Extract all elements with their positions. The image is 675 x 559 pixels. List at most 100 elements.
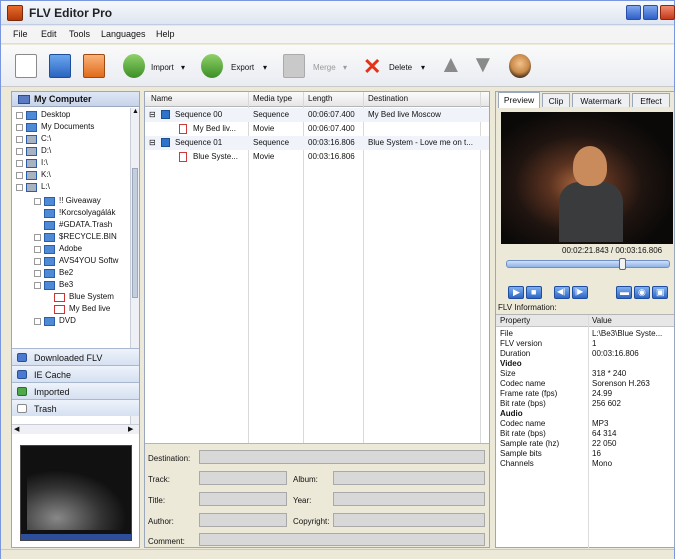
open-folder-button[interactable]: [49, 54, 71, 78]
scroll-right-icon[interactable]: ▶: [128, 425, 133, 433]
video-preview[interactable]: [501, 112, 673, 244]
column-length[interactable]: Length: [308, 94, 332, 103]
close-button[interactable]: [660, 5, 675, 20]
collapse-icon[interactable]: ⊟: [149, 110, 156, 119]
folder-open-icon: [44, 281, 55, 290]
section-ie-cache[interactable]: IE Cache: [12, 365, 139, 382]
section-downloaded-flv[interactable]: Downloaded FLV: [12, 348, 139, 365]
table-row[interactable]: ⊟ Sequence 00 Sequence 00:06:07.400 My B…: [145, 108, 489, 122]
comment-field[interactable]: [199, 533, 485, 546]
year-field[interactable]: [333, 492, 485, 506]
tree-horizontal-scrollbar[interactable]: ◀ ▶: [12, 424, 139, 434]
section-imported[interactable]: Imported: [12, 382, 139, 399]
export-button-label[interactable]: Export: [231, 63, 254, 72]
camera-icon: ◉: [638, 287, 646, 297]
destination-field[interactable]: [199, 450, 485, 464]
maximize-button[interactable]: [643, 5, 658, 20]
stop-button[interactable]: ■: [526, 286, 542, 299]
author-field[interactable]: [199, 513, 287, 527]
thumbnail-progress-bar: [21, 534, 131, 540]
tab-clip[interactable]: Clip: [542, 93, 570, 107]
property-name: Sample bits: [500, 449, 542, 458]
column-destination[interactable]: Destination: [368, 94, 408, 103]
menu-bar: File Edit Tools Languages Help: [1, 26, 674, 44]
track-label: Track:: [148, 475, 170, 484]
prev-frame-icon: ◀|: [557, 287, 566, 296]
my-computer-header[interactable]: My Computer: [12, 92, 139, 107]
menu-edit[interactable]: Edit: [41, 29, 57, 39]
title-field[interactable]: [199, 492, 287, 506]
move-up-icon[interactable]: ▲: [439, 51, 463, 79]
seek-slider[interactable]: [506, 258, 670, 270]
album-field[interactable]: [333, 471, 485, 485]
drive-icon: [26, 147, 37, 156]
app-window: FLV Editor Pro File Edit Tools Languages…: [0, 0, 675, 559]
move-down-icon[interactable]: ▼: [471, 51, 495, 79]
drive-icon: [26, 183, 37, 192]
seek-slider-thumb[interactable]: [619, 258, 626, 270]
flv-info-row: Size 318 * 240: [496, 369, 674, 379]
folder-icon: [44, 245, 55, 254]
grid-header: Name Media type Length Destination: [145, 92, 489, 107]
folder-icon: [44, 209, 55, 218]
snapshot-button[interactable]: ◉: [634, 286, 650, 299]
sequence-icon: [161, 138, 170, 147]
export-dropdown-arrow[interactable]: ▾: [263, 63, 267, 72]
table-row[interactable]: ⊟ Sequence 01 Sequence 00:03:16.806 Blue…: [145, 136, 489, 150]
title-label: Title:: [148, 496, 166, 505]
property-value: Mono: [592, 459, 613, 468]
folder-icon: [44, 317, 55, 326]
delete-icon[interactable]: ✕: [363, 54, 381, 80]
import-dropdown-arrow[interactable]: ▾: [181, 63, 185, 72]
menu-file[interactable]: File: [13, 29, 28, 39]
metadata-form: Destination: Track: Album: Title: Year: …: [145, 443, 489, 547]
property-name: Bit rate (bps): [500, 429, 546, 438]
trash-icon: [17, 404, 27, 413]
tab-effect[interactable]: Effect: [632, 93, 670, 107]
fullscreen-button[interactable]: ▣: [652, 286, 668, 299]
flv-info-row: Sample bits 16: [496, 449, 674, 459]
property-value: MP3: [592, 419, 609, 428]
tab-preview[interactable]: Preview: [498, 92, 540, 108]
export-icon[interactable]: [201, 54, 223, 78]
year-label: Year:: [293, 496, 312, 505]
tree-scroll-thumb[interactable]: [132, 168, 138, 298]
column-media-type[interactable]: Media type: [253, 94, 292, 103]
prev-frame-button[interactable]: ◀|: [554, 286, 570, 299]
imported-icon: [17, 387, 27, 396]
minimize-button[interactable]: [626, 5, 641, 20]
import-icon[interactable]: [123, 54, 145, 78]
stop-icon: ■: [531, 287, 537, 297]
play-button[interactable]: ▶: [508, 286, 524, 299]
copyright-field[interactable]: [333, 513, 485, 527]
timecode-readout: 00:02:21.843 / 00:03:16.806: [562, 246, 663, 255]
section-trash[interactable]: Trash: [12, 399, 139, 416]
app-logo-icon: [7, 5, 23, 21]
tab-watermark[interactable]: Watermark: [572, 93, 630, 107]
flv-info-row: Channels Mono: [496, 459, 674, 469]
collapse-icon[interactable]: ⊟: [149, 138, 156, 147]
help-avatar-icon[interactable]: [509, 54, 531, 78]
property-value: L:\Be3\Blue Syste...: [592, 329, 663, 338]
property-value: 16: [592, 449, 601, 458]
delete-button-label[interactable]: Delete: [389, 63, 412, 72]
new-file-button[interactable]: [15, 54, 37, 78]
next-frame-icon: |▶: [575, 287, 584, 296]
scroll-up-icon[interactable]: ▲: [132, 108, 139, 115]
next-frame-button[interactable]: |▶: [572, 286, 588, 299]
save-button[interactable]: [83, 54, 105, 78]
import-button-label[interactable]: Import: [151, 63, 174, 72]
movie-file-icon: [179, 152, 187, 162]
delete-dropdown-arrow[interactable]: ▾: [421, 63, 425, 72]
column-name[interactable]: Name: [151, 94, 172, 103]
menu-help[interactable]: Help: [156, 29, 175, 39]
property-value: 318 * 240: [592, 369, 627, 378]
table-row[interactable]: My Bed liv... Movie 00:06:07.400: [145, 122, 489, 136]
folder-button[interactable]: ▬: [616, 286, 632, 299]
scroll-left-icon[interactable]: ◀: [14, 425, 19, 433]
menu-languages[interactable]: Languages: [101, 29, 146, 39]
track-field[interactable]: [199, 471, 287, 485]
flv-info-label: FLV Information:: [498, 303, 557, 312]
menu-tools[interactable]: Tools: [69, 29, 90, 39]
table-row[interactable]: Blue Syste... Movie 00:03:16.806: [145, 150, 489, 164]
